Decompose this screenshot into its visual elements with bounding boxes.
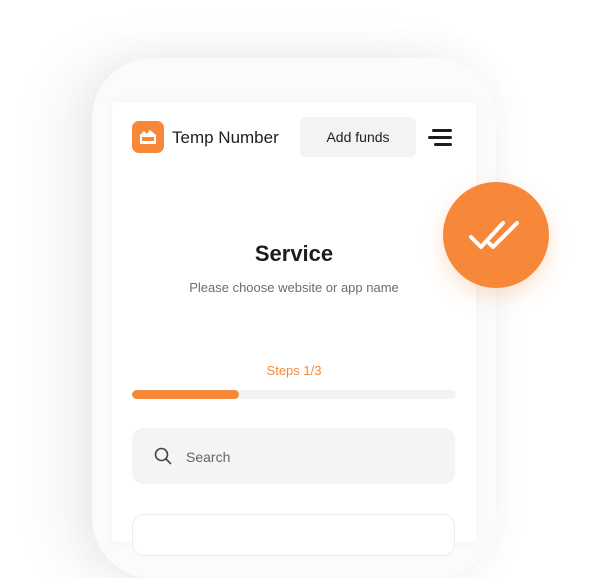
service-list-item[interactable] [132, 514, 455, 556]
brand-name[interactable]: Temp Number [172, 128, 279, 148]
search-box[interactable] [132, 428, 455, 486]
page-subtitle: Please choose website or app name [189, 280, 399, 295]
progress-fill [132, 390, 239, 399]
search-icon [154, 447, 172, 465]
menu-icon[interactable] [428, 129, 452, 146]
double-check-icon [469, 221, 519, 249]
page-title: Service [254, 241, 334, 266]
double-check-badge [443, 182, 549, 288]
add-funds-button[interactable]: Add funds [300, 117, 416, 157]
logo-icon [140, 130, 156, 144]
progress-bar [132, 390, 456, 399]
steps-label: Steps 1/3 [266, 363, 322, 378]
temp-number-logo[interactable] [132, 121, 164, 153]
search-input[interactable] [184, 428, 438, 486]
